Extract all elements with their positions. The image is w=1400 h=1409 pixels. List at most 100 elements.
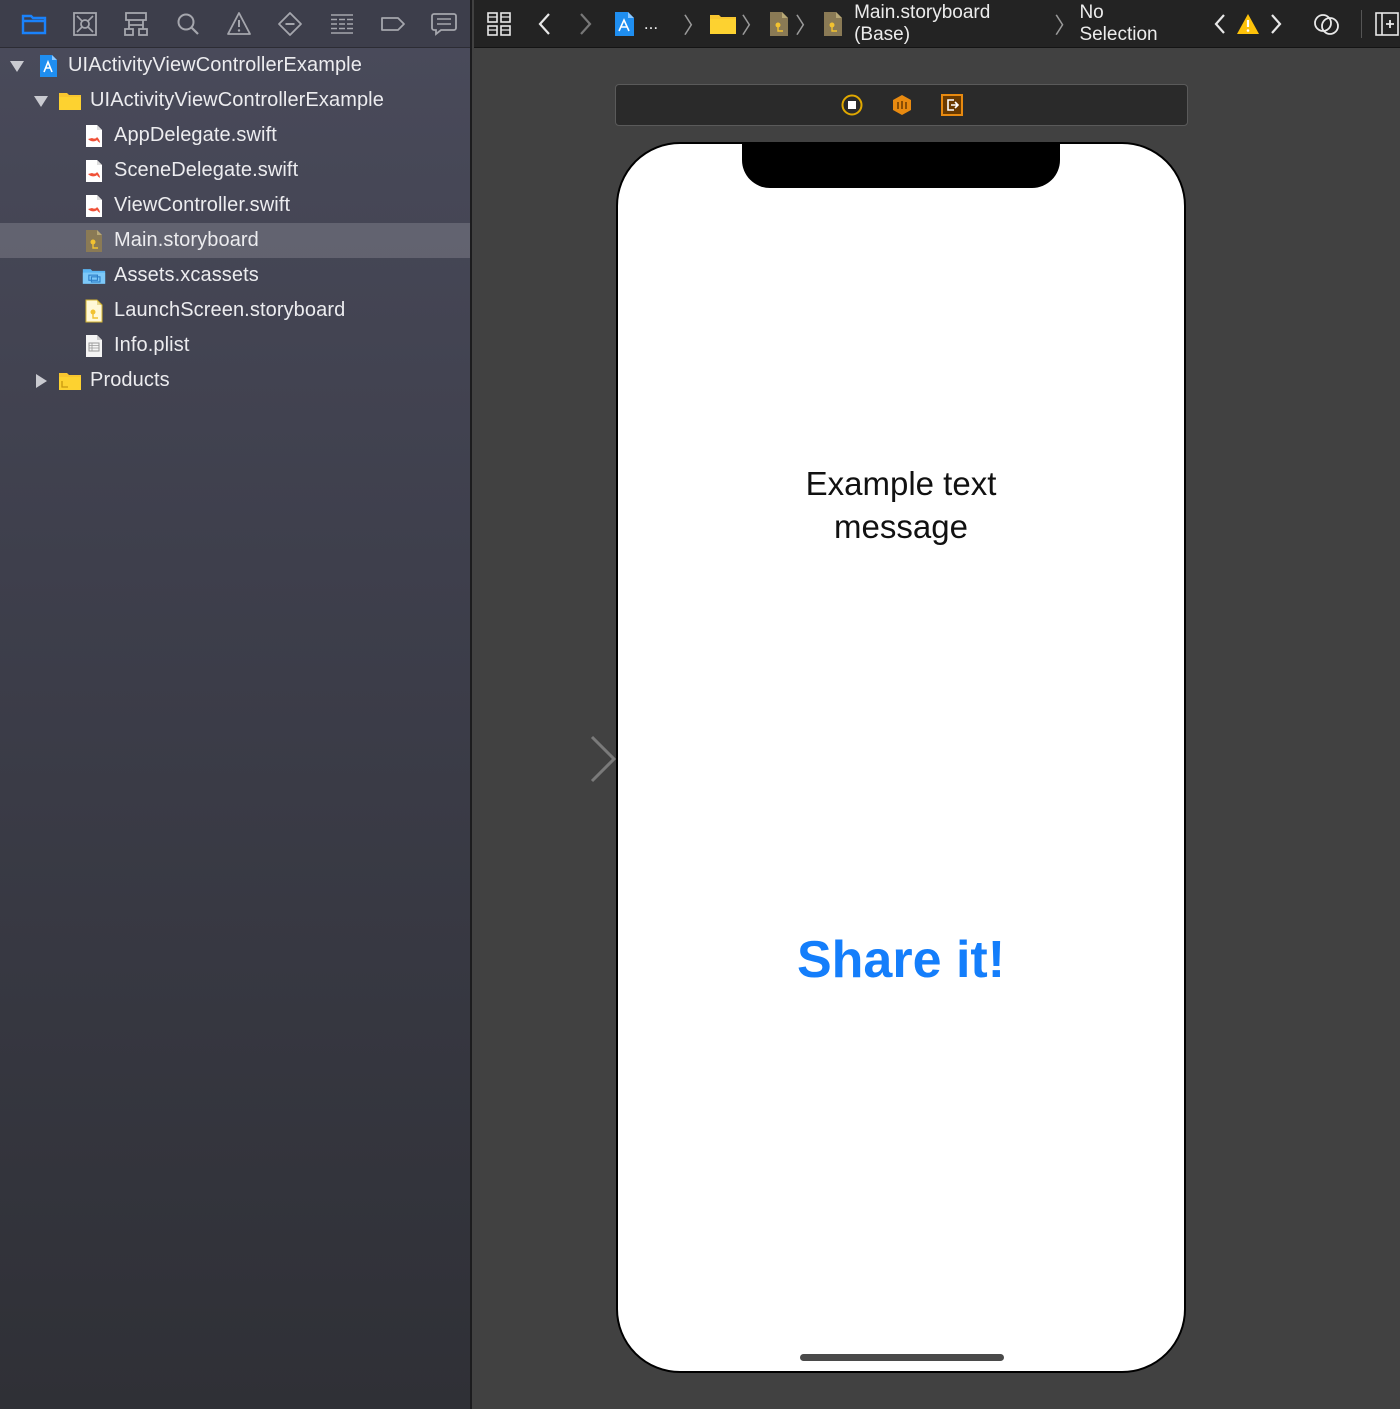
breadcrumb-selection-label[interactable]: No Selection: [1079, 2, 1187, 46]
tab-project-navigator[interactable]: [8, 0, 59, 48]
adjust-editor-options-button[interactable]: [1303, 12, 1351, 36]
tree-item-label: Products: [90, 369, 170, 391]
example-text-line-2: message: [834, 508, 968, 545]
breadcrumb-separator-icon: 〉: [741, 12, 764, 38]
add-editor-button[interactable]: [1374, 11, 1400, 36]
disclosure-collapsed-icon[interactable]: [32, 372, 50, 390]
home-indicator: [800, 1354, 1004, 1361]
tree-item-label: SceneDelegate.swift: [114, 159, 299, 181]
breadcrumb-storyboard[interactable]: [766, 11, 792, 37]
folder-icon: [58, 369, 82, 393]
tab-report-navigator[interactable]: [419, 0, 470, 48]
scene-dock: [615, 84, 1188, 126]
tree-item-group[interactable]: UIActivityViewControllerExample: [0, 83, 470, 118]
device-notch: [742, 144, 1060, 188]
project-tree: UIActivityViewControllerExample UIActivi…: [0, 48, 470, 398]
breadcrumb-storyboard-base[interactable]: [820, 11, 846, 37]
storyboard-file-icon: [824, 11, 843, 36]
issue-warning-button[interactable]: [1235, 13, 1261, 35]
tree-item-project[interactable]: UIActivityViewControllerExample: [0, 48, 470, 83]
asset-catalog-icon: [80, 264, 108, 288]
breadcrumb-separator-icon: 〉: [683, 12, 706, 38]
disclosure-expanded-icon[interactable]: [32, 92, 50, 110]
breadcrumb-ellipsis[interactable]: ...: [644, 14, 658, 34]
example-text-label[interactable]: Example text message: [618, 462, 1184, 548]
tree-item-file-selected[interactable]: Main.storyboard: [0, 223, 470, 258]
disclosure-expanded-icon[interactable]: [8, 57, 26, 75]
view-controller-icon[interactable]: [841, 94, 863, 116]
initial-view-controller-arrow-icon[interactable]: [480, 734, 616, 784]
message-icon: [431, 12, 458, 36]
plist-file-icon: [82, 334, 106, 358]
folder-icon: [58, 89, 82, 113]
forward-button[interactable]: [566, 12, 604, 36]
breadcrumb-separator-icon: 〉: [1054, 12, 1077, 38]
editor-jump-bar: ... 〉 〉 〉 Main.storyboard (Base) 〉 No Se…: [474, 0, 1400, 48]
tab-test-navigator[interactable]: [265, 0, 316, 48]
tab-issue-navigator[interactable]: [213, 0, 264, 48]
tree-item-label: Info.plist: [114, 334, 190, 356]
breakpoint-icon: [381, 16, 405, 31]
folder-icon: [21, 14, 46, 34]
next-issue-button[interactable]: [1261, 13, 1291, 35]
breadcrumb-file-label[interactable]: Main.storyboard (Base): [854, 2, 1051, 46]
tree-item-file[interactable]: Info.plist: [0, 328, 470, 363]
tab-source-control-navigator[interactable]: [59, 0, 110, 48]
tab-breakpoint-navigator[interactable]: [367, 0, 418, 48]
project-navigator-panel: UIActivityViewControllerExample UIActivi…: [0, 0, 472, 1409]
split-editor-add-icon: [1375, 11, 1399, 36]
diamond-minus-icon: [278, 11, 303, 36]
tree-item-label: UIActivityViewControllerExample: [68, 54, 362, 76]
related-items-button[interactable]: [474, 11, 524, 36]
tree-item-label: LaunchScreen.storyboard: [114, 299, 346, 321]
grid-icon: [487, 11, 511, 36]
xcode-project-icon: [36, 54, 60, 78]
share-button[interactable]: Share it!: [618, 930, 1184, 990]
swift-file-icon: [82, 159, 106, 183]
list-icon: [330, 13, 353, 34]
tab-debug-navigator[interactable]: [316, 0, 367, 48]
storyboard-canvas[interactable]: Example text message Share it!: [474, 48, 1400, 1409]
warning-icon: [1237, 13, 1260, 34]
chevron-left-icon: [1214, 13, 1225, 34]
hierarchy-icon: [124, 11, 149, 36]
storyboard-file-icon: [82, 229, 106, 253]
swift-file-icon: [82, 124, 106, 148]
tree-item-file[interactable]: ViewController.swift: [0, 188, 470, 223]
folder-icon: [710, 14, 737, 34]
source-control-icon: [73, 11, 97, 36]
previous-issue-button[interactable]: [1205, 13, 1235, 35]
exit-icon[interactable]: [940, 94, 963, 116]
tree-item-file[interactable]: SceneDelegate.swift: [0, 153, 470, 188]
tree-item-label: UIActivityViewControllerExample: [90, 89, 384, 111]
tab-find-navigator[interactable]: [162, 0, 213, 48]
tab-symbol-navigator[interactable]: [111, 0, 162, 48]
tree-item-group[interactable]: Products: [0, 363, 470, 398]
launch-storyboard-icon: [82, 299, 106, 323]
overlapping-circles-icon: [1314, 13, 1339, 35]
breadcrumb-group[interactable]: [708, 12, 738, 36]
chevron-right-icon: [580, 12, 592, 35]
tree-item-file[interactable]: LaunchScreen.storyboard: [0, 293, 470, 328]
tree-item-label: ViewController.swift: [114, 194, 291, 216]
tree-item-label: AppDelegate.swift: [114, 124, 277, 146]
iphone-view-controller-scene[interactable]: Example text message Share it!: [616, 142, 1186, 1373]
tree-item-file[interactable]: AppDelegate.swift: [0, 118, 470, 153]
chevron-left-icon: [538, 12, 550, 35]
xcode-project-icon: [614, 11, 634, 36]
breadcrumb-separator-icon: 〉: [795, 12, 818, 38]
tree-item-file[interactable]: Assets.xcassets: [0, 258, 470, 293]
storyboard-file-icon: [770, 11, 789, 36]
chevron-right-icon: [1271, 13, 1282, 34]
tree-item-label: Assets.xcassets: [114, 264, 259, 286]
warning-icon: [227, 11, 251, 35]
first-responder-icon[interactable]: [891, 94, 913, 116]
navigator-tab-bar: [0, 0, 470, 48]
example-text-line-1: Example text: [805, 465, 997, 502]
toolbar-divider: [1361, 9, 1363, 38]
search-icon: [177, 13, 199, 35]
swift-file-icon: [82, 194, 106, 218]
tree-item-label: Main.storyboard: [114, 229, 259, 251]
back-button[interactable]: [524, 12, 566, 36]
breadcrumb-project[interactable]: [608, 11, 640, 37]
